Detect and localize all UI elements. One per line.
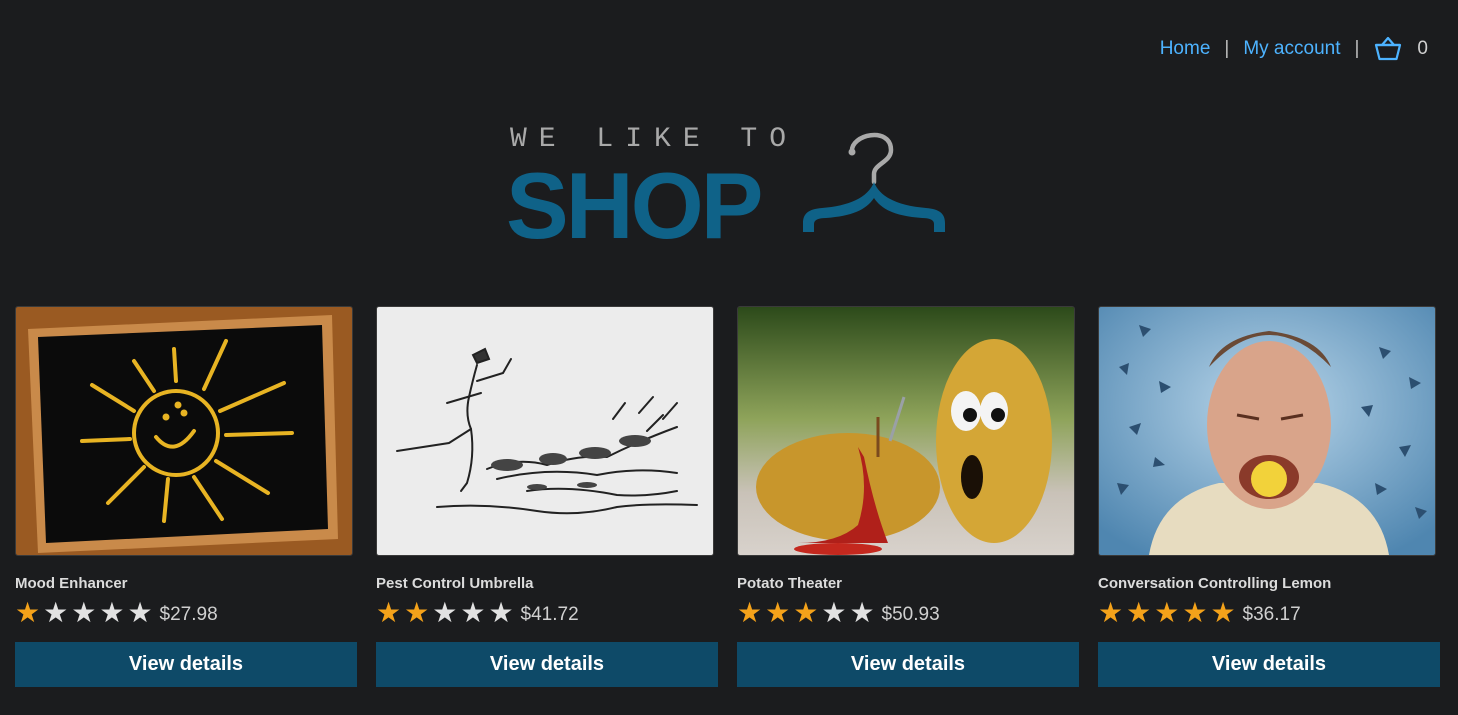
- product-rating: ★ ★ ★ ★ ★ $27.98: [15, 598, 357, 628]
- cart-link[interactable]: 0: [1373, 36, 1428, 62]
- rating-stars: ★ ★ ★ ★ ★: [376, 599, 517, 627]
- star-empty-icon: ★: [488, 597, 514, 628]
- star-empty-icon: ★: [127, 597, 153, 628]
- product-image-mood-enhancer[interactable]: [15, 306, 353, 556]
- cart-count: 0: [1417, 38, 1428, 59]
- rating-stars: ★ ★ ★ ★ ★: [737, 599, 878, 627]
- pied-piper-sketch-image: [377, 307, 713, 555]
- star-filled-icon: ★: [737, 597, 763, 628]
- logo-brand: SHOP: [506, 153, 763, 258]
- product-name[interactable]: Mood Enhancer: [15, 575, 357, 592]
- product-price: $36.17: [1242, 604, 1301, 625]
- logo-tagline: WE LIKE TO: [510, 124, 799, 155]
- star-filled-icon: ★: [404, 597, 430, 628]
- home-link[interactable]: Home: [1160, 38, 1211, 60]
- product-image-conversation-controlling-lemon[interactable]: [1098, 306, 1436, 556]
- product-name[interactable]: Pest Control Umbrella: [376, 575, 718, 592]
- star-empty-icon: ★: [99, 597, 125, 628]
- hanger-icon: [803, 132, 945, 232]
- star-empty-icon: ★: [71, 597, 97, 628]
- star-filled-icon: ★: [1154, 597, 1180, 628]
- star-filled-icon: ★: [765, 597, 791, 628]
- star-empty-icon: ★: [821, 597, 847, 628]
- product-price: $50.93: [881, 604, 940, 625]
- product-card: Mood Enhancer ★ ★ ★ ★ ★ $27.98 View details: [15, 306, 357, 687]
- star-filled-icon: ★: [376, 597, 402, 628]
- basket-icon: [1375, 36, 1402, 61]
- product-card: Conversation Controlling Lemon ★ ★ ★ ★ ★ $36…: [1098, 306, 1440, 687]
- star-filled-icon: ★: [15, 597, 41, 628]
- rating-stars: ★ ★ ★ ★ ★: [15, 599, 156, 627]
- product-name[interactable]: Potato Theater: [737, 575, 1079, 592]
- view-details-button[interactable]: View details: [15, 642, 357, 687]
- star-empty-icon: ★: [43, 597, 69, 628]
- star-filled-icon: ★: [793, 597, 819, 628]
- potatoes-image: [738, 307, 1074, 555]
- nav-separator: |: [1224, 38, 1230, 59]
- shop-logo[interactable]: WE LIKE TO SHOP: [506, 122, 948, 258]
- view-details-button[interactable]: View details: [737, 642, 1079, 687]
- star-empty-icon: ★: [432, 597, 458, 628]
- product-card: Potato Theater ★ ★ ★ ★ ★ $50.93 View details: [737, 306, 1079, 687]
- view-details-button[interactable]: View details: [376, 642, 718, 687]
- product-rating: ★ ★ ★ ★ ★ $41.72: [376, 598, 718, 628]
- product-name[interactable]: Conversation Controlling Lemon: [1098, 575, 1440, 592]
- product-rating: ★ ★ ★ ★ ★ $36.17: [1098, 598, 1440, 628]
- star-filled-icon: ★: [1126, 597, 1152, 628]
- product-rating: ★ ★ ★ ★ ★ $50.93: [737, 598, 1079, 628]
- product-price: $27.98: [159, 604, 218, 625]
- top-nav: Home | My account | 0: [1160, 36, 1428, 62]
- product-image-potato-theater[interactable]: [737, 306, 1075, 556]
- nav-separator: |: [1354, 38, 1360, 59]
- man-with-lemon-image: [1099, 307, 1435, 555]
- chalkboard-sun-image: [16, 307, 352, 555]
- star-filled-icon: ★: [1210, 597, 1236, 628]
- star-empty-icon: ★: [849, 597, 875, 628]
- rating-stars: ★ ★ ★ ★ ★: [1098, 599, 1239, 627]
- view-details-button[interactable]: View details: [1098, 642, 1440, 687]
- star-empty-icon: ★: [460, 597, 486, 628]
- my-account-link[interactable]: My account: [1243, 38, 1340, 60]
- star-filled-icon: ★: [1182, 597, 1208, 628]
- star-filled-icon: ★: [1098, 597, 1124, 628]
- product-price: $41.72: [520, 604, 579, 625]
- product-card: Pest Control Umbrella ★ ★ ★ ★ ★ $41.72 View …: [376, 306, 718, 687]
- product-image-pest-control-umbrella[interactable]: [376, 306, 714, 556]
